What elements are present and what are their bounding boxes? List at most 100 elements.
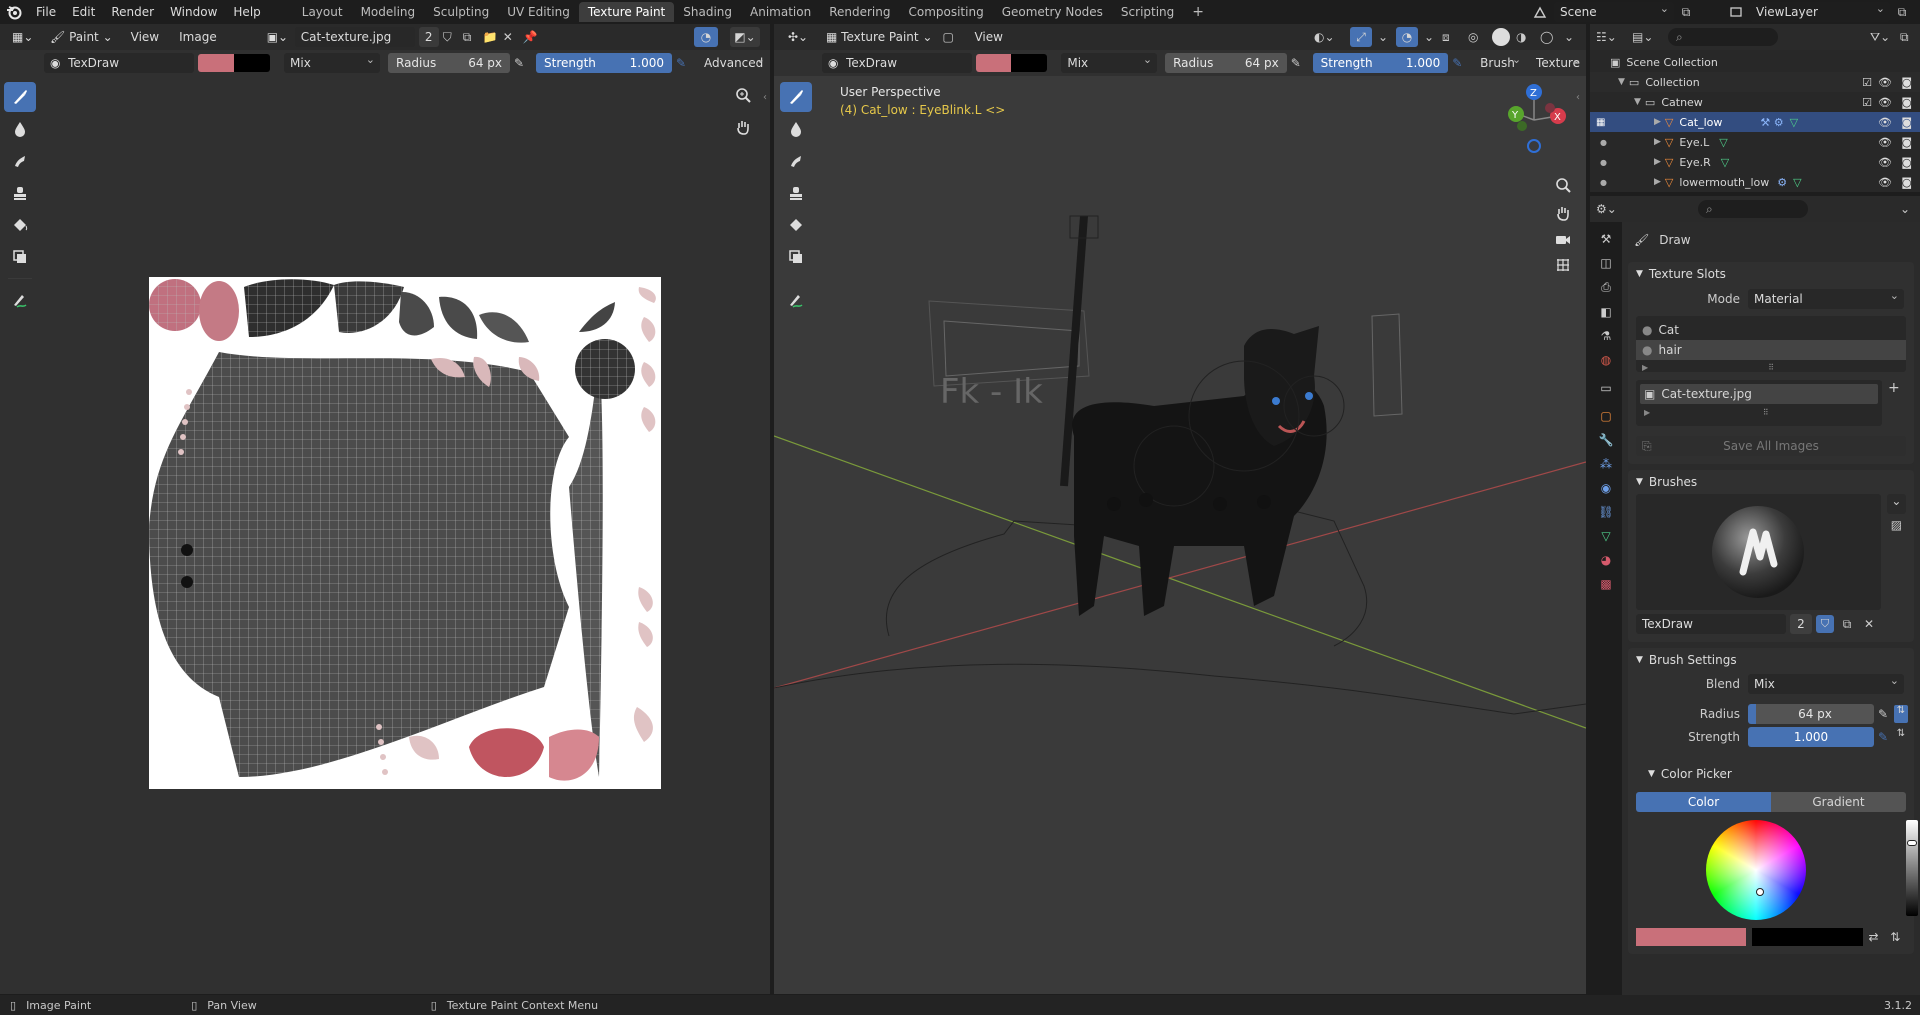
- image-browse-icon[interactable]: ▣⌄: [260, 27, 291, 47]
- brush-users-count[interactable]: 2: [1790, 614, 1812, 634]
- menu-file[interactable]: File: [28, 0, 64, 24]
- shading-material-icon[interactable]: ◑: [1516, 30, 1534, 44]
- image-users-count[interactable]: 2: [418, 27, 439, 47]
- outliner-filter-icon[interactable]: ⛛⌄: [1870, 30, 1894, 45]
- scene-name-field[interactable]: Scene: [1554, 0, 1674, 22]
- settings-strength-slider[interactable]: 1.000: [1748, 727, 1874, 747]
- settings-strength-pressure-icon[interactable]: ✎: [1878, 730, 1894, 744]
- material-slot-cat[interactable]: ● Cat: [1636, 320, 1906, 340]
- visibility-eye-icon[interactable]: 👁: [1878, 116, 1892, 129]
- color-picker-header[interactable]: ▼ Color Picker: [1628, 762, 1914, 786]
- color-unit-icon[interactable]: ⇅: [1890, 930, 1906, 944]
- viewport-primary-color-swatch[interactable]: [975, 54, 1012, 72]
- new-scene-icon[interactable]: ⧉: [1674, 5, 1698, 20]
- blender-logo-icon[interactable]: [0, 0, 28, 24]
- sidebar-toggle-icon[interactable]: ‹: [763, 92, 767, 103]
- image-name-field[interactable]: Cat-texture.jpg: [294, 27, 415, 47]
- tab-scripting[interactable]: Scripting: [1112, 2, 1183, 22]
- overlays-toggle-icon[interactable]: ◔: [1396, 27, 1418, 47]
- outliner-item-eye-l[interactable]: ● ▶ ▽ Eye.L ▽ 👁 ◙: [1590, 132, 1920, 152]
- value-slider-handle[interactable]: [1907, 840, 1917, 846]
- viewport-editor-type-icon[interactable]: ✣⌄: [782, 27, 816, 47]
- properties-search-input[interactable]: ⌕: [1698, 200, 1808, 218]
- properties-editor-type-icon[interactable]: ⚙⌄: [1596, 202, 1626, 216]
- strength-pressure-icon[interactable]: ✎: [676, 56, 694, 70]
- menu-render[interactable]: Render: [103, 0, 162, 24]
- advanced-dropdown[interactable]: Advanced: [698, 50, 770, 73]
- viewlayer-name-field[interactable]: ViewLayer: [1750, 0, 1890, 22]
- menu-image[interactable]: Image: [171, 24, 225, 50]
- paint-mask-icon[interactable]: ▢: [942, 30, 962, 44]
- tab-texture-paint[interactable]: Texture Paint: [578, 2, 675, 22]
- secondary-color-field[interactable]: [1752, 928, 1863, 946]
- overlay-toggle-icon[interactable]: ◔: [694, 27, 718, 47]
- brush-list-dropdown-icon[interactable]: ⌄: [1886, 494, 1906, 514]
- navigation-gizmo[interactable]: Z X Y: [1504, 84, 1568, 156]
- brush-image-icon[interactable]: ▨: [1887, 518, 1906, 538]
- tab-shading[interactable]: Shading: [674, 2, 741, 22]
- pin-icon[interactable]: 📌: [523, 30, 539, 44]
- tab-collection-icon[interactable]: ▭: [1590, 381, 1622, 395]
- brushes-header[interactable]: ▼ Brushes: [1628, 470, 1914, 494]
- tab-data-icon[interactable]: ▽: [1590, 529, 1622, 543]
- viewlayer-icon[interactable]: [1722, 2, 1750, 22]
- editor-type-icon[interactable]: ▦⌄: [6, 27, 40, 47]
- viewport-strength-slider[interactable]: Strength 1.000: [1312, 53, 1449, 73]
- xray-icon[interactable]: ⧈: [1442, 30, 1462, 45]
- tab-physics-icon[interactable]: ◉: [1590, 481, 1622, 495]
- brush-unlink-icon[interactable]: ✕: [1860, 617, 1878, 631]
- expand-arrow-icon[interactable]: ▶: [1654, 117, 1661, 127]
- gizmo-toggle-icon[interactable]: ⤢: [1350, 27, 1372, 47]
- image-editor-canvas[interactable]: ‹: [0, 76, 770, 994]
- display-channels-icon[interactable]: ◩⌄: [730, 27, 760, 47]
- settings-radius-unit-icon[interactable]: ⇅: [1894, 705, 1908, 723]
- viewport-radius-slider[interactable]: Radius 64 px: [1165, 53, 1287, 73]
- expand-arrow-icon[interactable]: ▶: [1654, 137, 1661, 147]
- primary-color-swatch[interactable]: [198, 54, 234, 72]
- shading-dropdown-icon[interactable]: ⌄: [1564, 30, 1576, 44]
- tab-scene-icon[interactable]: ⚗: [1590, 329, 1622, 343]
- texture-slots-header[interactable]: ▼ Texture Slots: [1628, 262, 1914, 286]
- tab-color[interactable]: Color: [1636, 792, 1771, 812]
- strength-slider[interactable]: Strength 1.000: [536, 53, 672, 73]
- settings-strength-unit-icon[interactable]: ⇅: [1894, 728, 1908, 746]
- fake-user-icon[interactable]: ⛉: [443, 30, 459, 45]
- mode-dropdown[interactable]: Material: [1748, 286, 1904, 309]
- viewport-radius-pressure-icon[interactable]: ✎: [1291, 56, 1309, 70]
- tab-layout[interactable]: Layout: [293, 2, 352, 22]
- draw-tool-icon[interactable]: [4, 82, 36, 112]
- brush-menu-dropdown[interactable]: Brush: [1474, 50, 1527, 73]
- render-camera-icon[interactable]: ◙: [1901, 116, 1912, 129]
- viewport-draw-tool-icon[interactable]: [780, 82, 812, 112]
- texture-menu-dropdown[interactable]: Texture: [1530, 50, 1586, 73]
- outliner-item-scene-collection[interactable]: ▣ Scene Collection: [1590, 52, 1920, 72]
- outliner-item-eye-r[interactable]: ● ▶ ▽ Eye.R ▽ 👁 ◙: [1590, 152, 1920, 172]
- image-slot-item[interactable]: ▣ Cat-texture.jpg: [1640, 384, 1878, 404]
- exclude-checkbox-icon[interactable]: ☑: [1862, 96, 1872, 109]
- tab-particles-icon[interactable]: ⁂: [1590, 457, 1622, 471]
- viewport-clone-tool-icon[interactable]: [780, 178, 812, 208]
- tab-modeling[interactable]: Modeling: [352, 2, 425, 22]
- visibility-eye-icon[interactable]: 👁: [1878, 136, 1892, 149]
- new-viewlayer-icon[interactable]: ⧉: [1890, 5, 1914, 20]
- tab-tool-icon[interactable]: ⚒: [1590, 232, 1622, 246]
- viewport-mask-tool-icon[interactable]: [780, 242, 812, 272]
- add-workspace-icon[interactable]: +: [1183, 2, 1213, 22]
- value-slider[interactable]: [1906, 820, 1918, 916]
- brush-duplicate-icon[interactable]: ⧉: [1838, 617, 1856, 632]
- expand-arrow-icon[interactable]: ▼: [1634, 97, 1641, 107]
- list-expand-icon[interactable]: ▶ ⠿: [1636, 360, 1906, 374]
- render-camera-icon[interactable]: ◙: [1901, 76, 1912, 89]
- menu-help[interactable]: Help: [225, 0, 268, 24]
- render-camera-icon[interactable]: ◙: [1901, 176, 1912, 189]
- tab-view-layer-icon[interactable]: ◧: [1590, 305, 1622, 319]
- brush-selector[interactable]: ◉ TexDraw: [44, 53, 194, 73]
- viewport-soften-tool-icon[interactable]: [780, 114, 812, 144]
- expand-arrow-icon[interactable]: ▼: [1618, 77, 1625, 87]
- swap-colors-icon[interactable]: ⇄: [1869, 930, 1885, 944]
- tab-sculpting[interactable]: Sculpting: [424, 2, 498, 22]
- tab-uv-editing[interactable]: UV Editing: [498, 2, 579, 22]
- tab-texture-icon[interactable]: ▩: [1590, 577, 1622, 591]
- outliner-editor-type-icon[interactable]: ☷⌄: [1596, 30, 1626, 44]
- viewport-smear-tool-icon[interactable]: [780, 146, 812, 176]
